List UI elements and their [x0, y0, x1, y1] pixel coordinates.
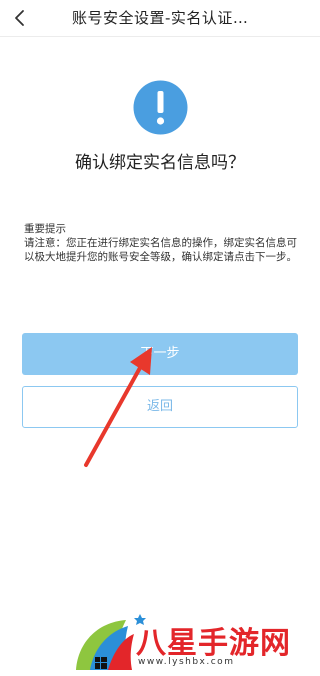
watermark-url: www.lyshbx.com: [138, 657, 235, 667]
windows-icon: [95, 657, 107, 669]
next-step-button[interactable]: 下一步: [22, 333, 298, 375]
top-bar: 账号安全设置-实名认证…: [0, 0, 320, 37]
back-button[interactable]: 返回: [22, 386, 298, 428]
tips-body: 请注意：您正在进行绑定实名信息的操作，绑定实名信息可以极大地提升您的账号安全等级…: [24, 237, 297, 263]
exclamation-icon: [133, 80, 188, 135]
tips-title: 重要提示: [24, 223, 66, 235]
important-tips: 重要提示 请注意：您正在进行绑定实名信息的操作，绑定实名信息可以极大地提升您的账…: [24, 222, 302, 264]
chevron-left-icon[interactable]: [10, 8, 30, 28]
confirm-question: 确认绑定实名信息吗？: [75, 153, 245, 173]
page-title: 账号安全设置-实名认证…: [72, 9, 249, 27]
watermark-brand: 八星手游网: [136, 626, 291, 661]
